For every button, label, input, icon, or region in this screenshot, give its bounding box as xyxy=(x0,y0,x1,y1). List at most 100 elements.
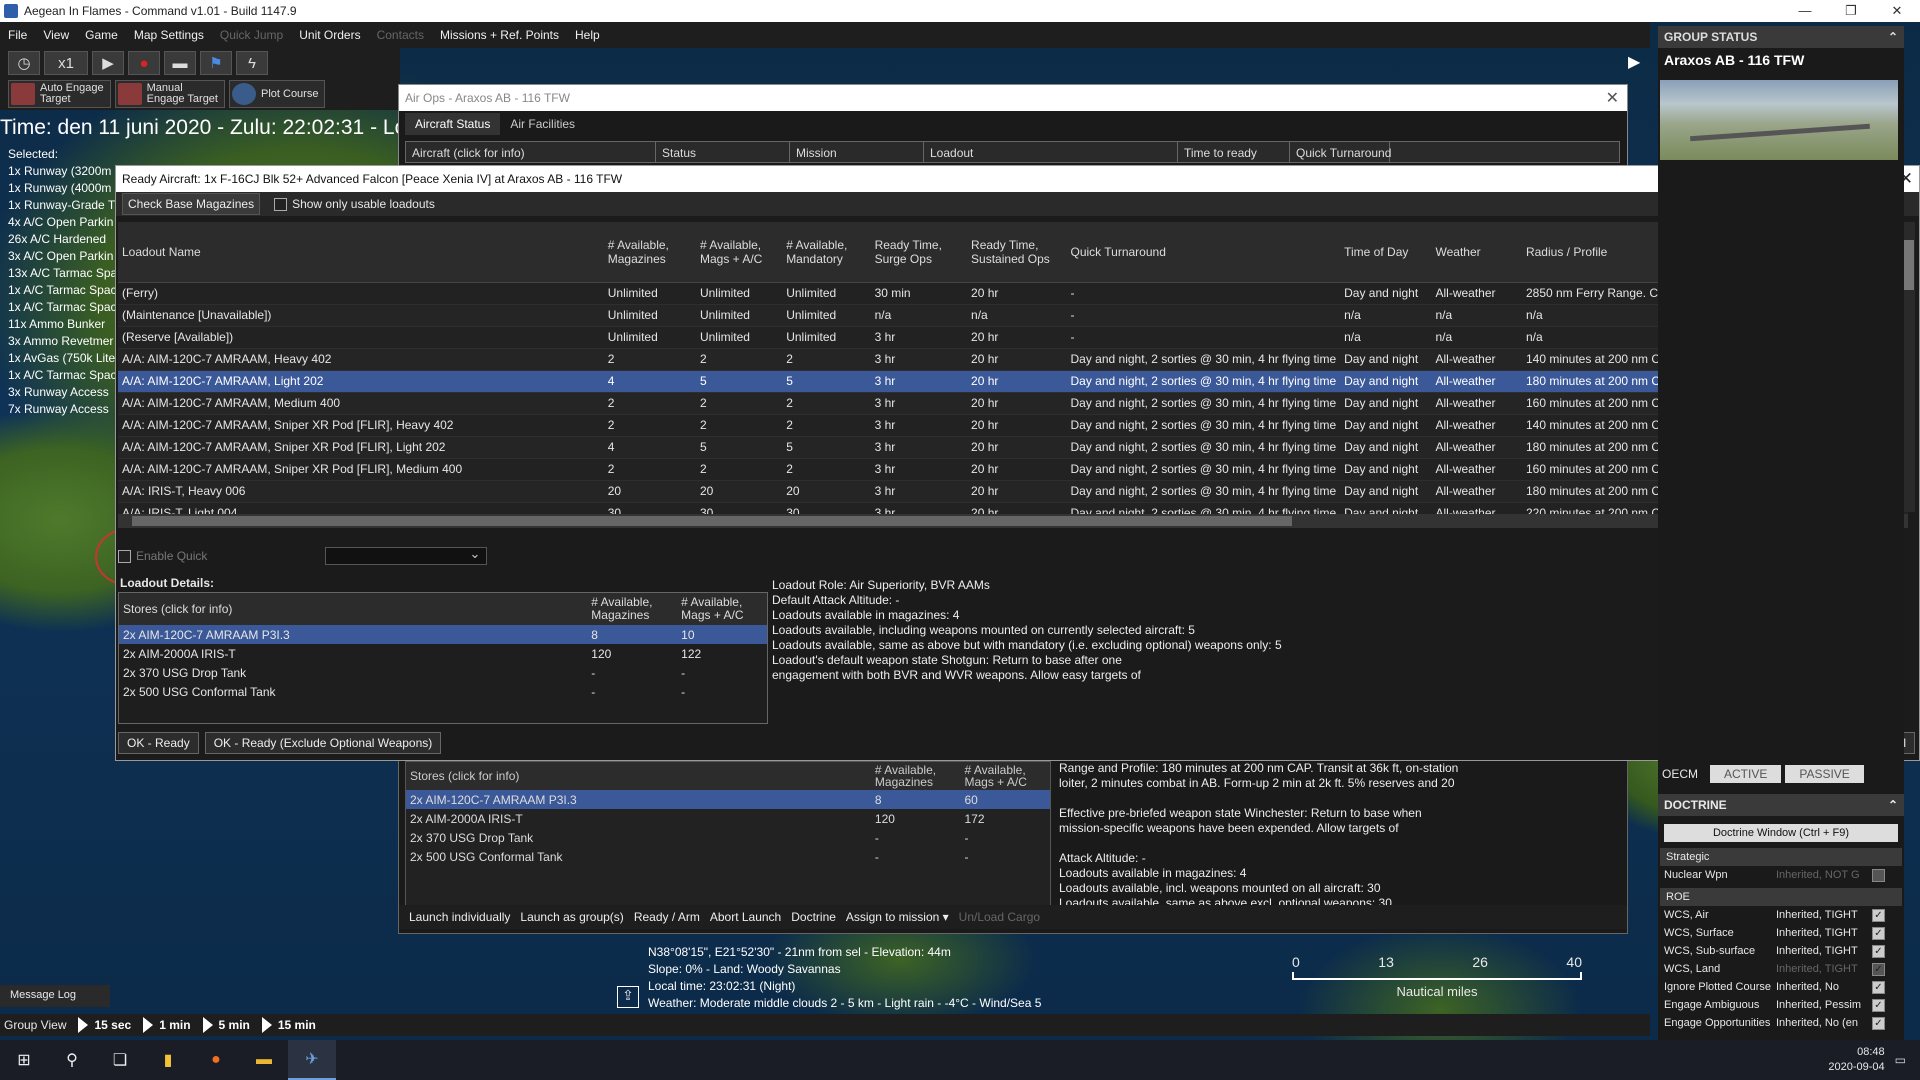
firefox-icon[interactable]: ● xyxy=(192,1040,240,1080)
menu-file[interactable]: File xyxy=(0,28,35,42)
file-explorer-icon[interactable]: ▬ xyxy=(240,1040,288,1080)
action-abort-launch[interactable]: Abort Launch xyxy=(710,910,781,924)
action-assign-to-mission[interactable]: Assign to mission ▾ xyxy=(846,910,949,924)
time-step-button[interactable]: 5 min xyxy=(219,1018,250,1032)
store-row[interactable]: 2x 500 USG Conformal Tank - - xyxy=(406,847,1050,866)
table-row[interactable]: A/A: AIM-120C-7 AMRAAM, Light 202 4 5 5 3 hr… xyxy=(118,370,1908,393)
time-step-button[interactable]: 15 min xyxy=(278,1018,316,1032)
play-step-icon[interactable] xyxy=(143,1017,154,1033)
menu-game[interactable]: Game xyxy=(77,28,126,42)
column-header[interactable]: Stores (click for info) xyxy=(119,593,588,625)
play-step-icon[interactable] xyxy=(202,1017,213,1033)
table-row[interactable]: A/A: IRIS-T, Heavy 006 20 20 20 3 hr 20 hr Day… xyxy=(118,480,1908,503)
table-row[interactable]: (Maintenance [Unavailable]) Unlimited Unli… xyxy=(118,304,1908,327)
time-step-button[interactable]: 15 sec xyxy=(94,1018,131,1032)
tab-aircraft-status[interactable]: Aircraft Status xyxy=(405,113,501,135)
column-header[interactable]: Stores (click for info) xyxy=(406,762,871,790)
show-usable-checkbox[interactable]: Show only usable loadouts xyxy=(274,197,435,212)
column-header[interactable]: # Available, Mags + A/C xyxy=(677,593,767,625)
column-header[interactable]: Status xyxy=(656,142,790,162)
action-doctrine[interactable]: Doctrine xyxy=(791,910,836,924)
dropdown-icon[interactable]: ✓ xyxy=(1872,908,1885,922)
selected-item[interactable]: 26x A/C Hardened xyxy=(8,231,120,248)
scroll-thumb[interactable] xyxy=(1904,240,1914,290)
column-header[interactable]: # Available, Magazines xyxy=(870,762,961,790)
column-header[interactable]: Time to ready xyxy=(1178,142,1290,162)
column-header[interactable]: Mission xyxy=(790,142,924,162)
play-step-icon[interactable] xyxy=(78,1017,89,1033)
action-launch-individually[interactable]: Launch individually xyxy=(409,910,510,924)
table-row[interactable]: A/A: AIM-120C-7 AMRAAM, Sniper XR Pod [F… xyxy=(118,414,1908,437)
menu-help[interactable]: Help xyxy=(567,28,608,42)
store-row[interactable]: 2x AIM-120C-7 AMRAAM P3I.3 8 60 xyxy=(406,790,1050,809)
table-row[interactable]: (Ferry) Unlimited Unlimited Unlimited 30 min… xyxy=(118,282,1908,305)
message-log-button[interactable]: Message Log xyxy=(0,985,110,1007)
group-view-label[interactable]: Group View xyxy=(4,1018,66,1032)
play-step-icon[interactable] xyxy=(261,1017,272,1033)
windows-start-icon[interactable]: ⊞ xyxy=(0,1040,48,1080)
table-row[interactable]: A/A: AIM-120C-7 AMRAAM, Sniper XR Pod [F… xyxy=(118,436,1908,459)
column-header[interactable]: Loadout xyxy=(924,142,1178,162)
selected-item[interactable]: 1x Runway-Grade T xyxy=(8,197,120,214)
expand-icon[interactable]: ▶ xyxy=(1628,52,1648,72)
menu-view[interactable]: View xyxy=(35,28,77,42)
taskbar-clock[interactable]: 08:48 2020-09-04 xyxy=(1828,1045,1894,1075)
column-header[interactable]: Quick Turnaround xyxy=(1066,222,1341,283)
dropdown-icon[interactable]: ✓ xyxy=(1872,926,1885,940)
column-header[interactable]: Ready Time, Sustained Ops xyxy=(967,222,1067,283)
vertical-scrollbar[interactable] xyxy=(1903,222,1915,512)
column-header[interactable]: Ready Time, Surge Ops xyxy=(870,222,968,283)
record-icon[interactable]: ● xyxy=(128,51,160,75)
column-header[interactable]: Quick Turnaround xyxy=(1290,142,1391,162)
column-header[interactable]: Aircraft (click for info) xyxy=(406,142,656,162)
tab-air-facilities[interactable]: Air Facilities xyxy=(500,113,585,135)
selected-item[interactable]: 4x A/C Open Parkin xyxy=(8,214,120,231)
ok-ready-button[interactable]: OK - Ready xyxy=(118,732,199,754)
close-icon[interactable]: ✕ xyxy=(1874,3,1920,19)
plot-course-button[interactable]: Plot Course xyxy=(228,80,326,108)
oecm-passive-button[interactable]: PASSIVE xyxy=(1785,765,1864,783)
collapse-icon[interactable]: ⌃ xyxy=(1888,30,1898,44)
notification-icon[interactable]: ▭ xyxy=(1895,1053,1906,1067)
upload-icon[interactable]: ⇪ xyxy=(617,986,639,1008)
collapse-icon[interactable]: ⌃ xyxy=(1888,798,1898,812)
dropdown-icon[interactable]: ✓ xyxy=(1872,980,1885,994)
speed-label[interactable]: x1 xyxy=(44,51,88,75)
dropdown-icon[interactable]: ✓ xyxy=(1872,962,1885,976)
time-step-button[interactable]: 1 min xyxy=(159,1018,190,1032)
selected-item[interactable]: 11x Ammo Bunker xyxy=(8,316,120,333)
selected-item[interactable]: 3x A/C Open Parkin xyxy=(8,248,120,265)
column-header[interactable]: Weather xyxy=(1431,222,1522,283)
play-icon[interactable]: ▶ xyxy=(92,51,124,75)
store-row[interactable]: 2x AIM-2000A IRIS-T 120 172 xyxy=(406,809,1050,828)
column-header[interactable]: # Available, Mags + A/C xyxy=(695,222,783,283)
nuclear-checkbox[interactable] xyxy=(1872,868,1885,882)
column-header[interactable]: Loadout Name xyxy=(118,222,604,283)
store-row[interactable]: 2x AIM-120C-7 AMRAAM P3I.3 8 10 xyxy=(119,625,767,644)
auto-engage-button[interactable]: Auto Engage Target xyxy=(8,80,111,108)
doctrine-window-button[interactable]: Doctrine Window (Ctrl + F9) xyxy=(1664,824,1898,842)
enable-quick-checkbox[interactable]: Enable Quick xyxy=(118,549,207,564)
menu-unit-orders[interactable]: Unit Orders xyxy=(291,28,368,42)
dropdown-icon[interactable]: ✓ xyxy=(1872,1016,1885,1030)
column-header[interactable]: # Available, Mags + A/C xyxy=(960,762,1050,790)
selected-item[interactable]: 1x AvGas (750k Lite xyxy=(8,350,120,367)
clock-icon[interactable]: ◷ xyxy=(8,51,40,75)
maximize-icon[interactable]: ❐ xyxy=(1828,3,1874,19)
table-row[interactable]: (Reserve [Available]) Unlimited Unlimited U… xyxy=(118,326,1908,349)
selected-item[interactable]: 1x Runway (3200m xyxy=(8,163,120,180)
table-row[interactable]: A/A: IRIS-T, Light 004 30 30 30 3 hr 20 hr Day… xyxy=(118,502,1908,514)
manual-engage-button[interactable]: Manual Engage Target xyxy=(114,80,225,108)
column-header[interactable]: Time of Day xyxy=(1340,222,1432,283)
table-row[interactable]: A/A: AIM-120C-7 AMRAAM, Heavy 402 2 2 2 3 hr… xyxy=(118,348,1908,371)
column-header[interactable]: # Available, Mandatory xyxy=(782,222,871,283)
minimize-icon[interactable]: — xyxy=(1782,3,1828,19)
selected-item[interactable]: 3x Ammo Revetmer xyxy=(8,333,120,350)
menu-missions-ref-points[interactable]: Missions + Ref. Points xyxy=(432,28,567,42)
selected-item[interactable]: 7x Runway Access xyxy=(8,401,120,418)
check-magazines-button[interactable]: Check Base Magazines xyxy=(122,193,261,215)
quick-turnaround-select[interactable] xyxy=(325,546,488,565)
action-launch-as-group-s[interactable]: Launch as group(s) xyxy=(520,910,623,924)
menu-map-settings[interactable]: Map Settings xyxy=(126,28,212,42)
selected-item[interactable]: 1x A/C Tarmac Spac xyxy=(8,299,120,316)
